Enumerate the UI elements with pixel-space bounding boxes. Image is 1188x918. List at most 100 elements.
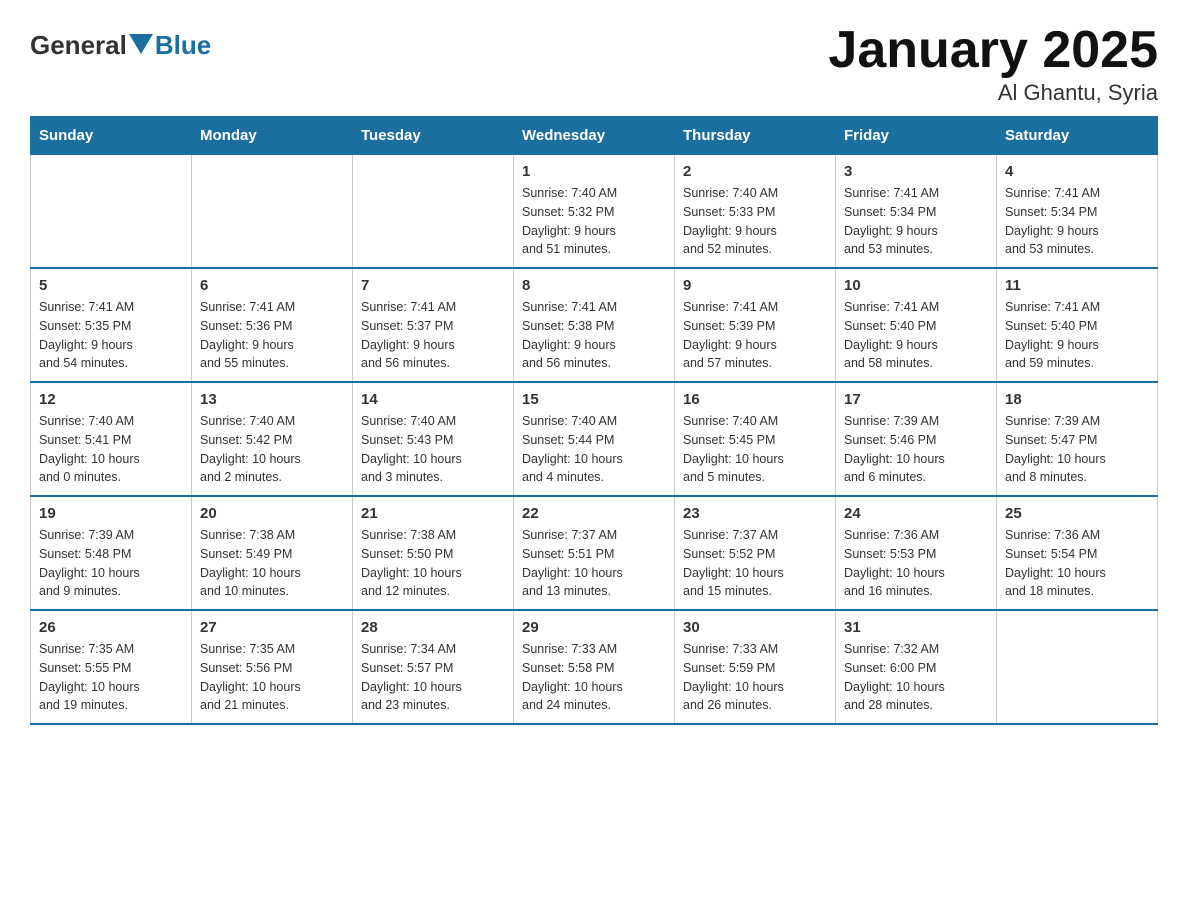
col-header-saturday: Saturday	[997, 117, 1158, 155]
day-number: 10	[844, 277, 988, 294]
day-info: Sunrise: 7:32 AMSunset: 6:00 PMDaylight:…	[844, 640, 988, 715]
day-number: 18	[1005, 391, 1149, 408]
calendar-cell: 5Sunrise: 7:41 AMSunset: 5:35 PMDaylight…	[31, 268, 192, 382]
day-info: Sunrise: 7:34 AMSunset: 5:57 PMDaylight:…	[361, 640, 505, 715]
day-number: 16	[683, 391, 827, 408]
col-header-tuesday: Tuesday	[353, 117, 514, 155]
calendar-week-row: 19 Sunrise: 7:39 AMSunset: 5:48 PMDayligh…	[31, 496, 1158, 610]
calendar-week-row: 1 Sunrise: 7:40 AMSunset: 5:32 PMDaylight…	[31, 155, 1158, 269]
day-number: 26	[39, 619, 183, 636]
col-header-wednesday: Wednesday	[514, 117, 675, 155]
day-info: Sunrise: 7:41 AMSunset: 5:40 PMDaylight:…	[1005, 298, 1149, 373]
day-number: 23	[683, 505, 827, 522]
day-number: 11	[1005, 277, 1149, 294]
calendar-table: SundayMondayTuesdayWednesdayThursdayFrid…	[30, 116, 1158, 725]
day-info: Sunrise: 7:41 AMSunset: 5:36 PMDaylight:…	[200, 298, 344, 373]
day-info: Sunrise: 7:35 AMSunset: 5:55 PMDaylight:…	[39, 640, 183, 715]
day-number: 3	[844, 163, 988, 180]
calendar-cell: 25Sunrise: 7:36 AMSunset: 5:54 PMDayligh…	[997, 496, 1158, 610]
logo: General Blue	[30, 30, 211, 61]
day-info: Sunrise: 7:35 AMSunset: 5:56 PMDaylight:…	[200, 640, 344, 715]
day-number: 1	[522, 163, 666, 180]
calendar-cell: 2 Sunrise: 7:40 AMSunset: 5:33 PMDaylight…	[675, 155, 836, 269]
day-info: Sunrise: 7:40 AMSunset: 5:42 PMDaylight:…	[200, 412, 344, 487]
day-info: Sunrise: 7:41 AMSunset: 5:34 PMDaylight:…	[1005, 184, 1149, 259]
day-number: 8	[522, 277, 666, 294]
calendar-cell: 22 Sunrise: 7:37 AMSunset: 5:51 PMDayligh…	[514, 496, 675, 610]
day-info: Sunrise: 7:37 AMSunset: 5:52 PMDaylight:…	[683, 526, 827, 601]
day-number: 21	[361, 505, 505, 522]
calendar-cell: 24 Sunrise: 7:36 AMSunset: 5:53 PMDayligh…	[836, 496, 997, 610]
calendar-week-row: 26 Sunrise: 7:35 AMSunset: 5:55 PMDayligh…	[31, 610, 1158, 724]
day-number: 22	[522, 505, 666, 522]
day-number: 9	[683, 277, 827, 294]
calendar-cell: 26 Sunrise: 7:35 AMSunset: 5:55 PMDayligh…	[31, 610, 192, 724]
day-info: Sunrise: 7:38 AMSunset: 5:50 PMDaylight:…	[361, 526, 505, 601]
day-number: 19	[39, 505, 183, 522]
calendar-cell: 16 Sunrise: 7:40 AMSunset: 5:45 PMDayligh…	[675, 382, 836, 496]
logo-text-general: General	[30, 30, 127, 61]
page-header: General Blue January 2025 Al Ghantu, Syr…	[30, 20, 1158, 106]
day-number: 7	[361, 277, 505, 294]
day-number: 13	[200, 391, 344, 408]
calendar-cell: 10 Sunrise: 7:41 AMSunset: 5:40 PMDayligh…	[836, 268, 997, 382]
calendar-cell: 1 Sunrise: 7:40 AMSunset: 5:32 PMDaylight…	[514, 155, 675, 269]
calendar-cell: 28Sunrise: 7:34 AMSunset: 5:57 PMDayligh…	[353, 610, 514, 724]
day-info: Sunrise: 7:41 AMSunset: 5:34 PMDaylight:…	[844, 184, 988, 259]
calendar-cell	[31, 155, 192, 269]
day-info: Sunrise: 7:39 AMSunset: 5:46 PMDaylight:…	[844, 412, 988, 487]
day-number: 6	[200, 277, 344, 294]
day-number: 24	[844, 505, 988, 522]
calendar-cell: 29Sunrise: 7:33 AMSunset: 5:58 PMDayligh…	[514, 610, 675, 724]
day-info: Sunrise: 7:40 AMSunset: 5:33 PMDaylight:…	[683, 184, 827, 259]
calendar-cell: 7Sunrise: 7:41 AMSunset: 5:37 PMDaylight…	[353, 268, 514, 382]
page-title: January 2025	[828, 20, 1158, 80]
day-number: 25	[1005, 505, 1149, 522]
day-info: Sunrise: 7:37 AMSunset: 5:51 PMDaylight:…	[522, 526, 666, 601]
day-info: Sunrise: 7:41 AMSunset: 5:39 PMDaylight:…	[683, 298, 827, 373]
day-number: 29	[522, 619, 666, 636]
calendar-cell	[353, 155, 514, 269]
page-subtitle: Al Ghantu, Syria	[828, 80, 1158, 106]
calendar-cell: 8 Sunrise: 7:41 AMSunset: 5:38 PMDaylight…	[514, 268, 675, 382]
day-info: Sunrise: 7:33 AMSunset: 5:59 PMDaylight:…	[683, 640, 827, 715]
day-number: 2	[683, 163, 827, 180]
day-info: Sunrise: 7:41 AMSunset: 5:35 PMDaylight:…	[39, 298, 183, 373]
day-info: Sunrise: 7:40 AMSunset: 5:41 PMDaylight:…	[39, 412, 183, 487]
day-info: Sunrise: 7:40 AMSunset: 5:32 PMDaylight:…	[522, 184, 666, 259]
calendar-cell: 19 Sunrise: 7:39 AMSunset: 5:48 PMDayligh…	[31, 496, 192, 610]
day-info: Sunrise: 7:39 AMSunset: 5:47 PMDaylight:…	[1005, 412, 1149, 487]
day-info: Sunrise: 7:40 AMSunset: 5:44 PMDaylight:…	[522, 412, 666, 487]
calendar-cell: 21 Sunrise: 7:38 AMSunset: 5:50 PMDayligh…	[353, 496, 514, 610]
day-info: Sunrise: 7:38 AMSunset: 5:49 PMDaylight:…	[200, 526, 344, 601]
col-header-friday: Friday	[836, 117, 997, 155]
calendar-cell: 3 Sunrise: 7:41 AMSunset: 5:34 PMDaylight…	[836, 155, 997, 269]
calendar-cell: 11 Sunrise: 7:41 AMSunset: 5:40 PMDayligh…	[997, 268, 1158, 382]
day-info: Sunrise: 7:40 AMSunset: 5:43 PMDaylight:…	[361, 412, 505, 487]
title-block: January 2025 Al Ghantu, Syria	[828, 20, 1158, 106]
logo-text-blue: Blue	[155, 30, 211, 61]
day-info: Sunrise: 7:41 AMSunset: 5:38 PMDaylight:…	[522, 298, 666, 373]
day-info: Sunrise: 7:36 AMSunset: 5:53 PMDaylight:…	[844, 526, 988, 601]
calendar-cell: 23 Sunrise: 7:37 AMSunset: 5:52 PMDayligh…	[675, 496, 836, 610]
day-number: 17	[844, 391, 988, 408]
day-info: Sunrise: 7:40 AMSunset: 5:45 PMDaylight:…	[683, 412, 827, 487]
calendar-cell: 4Sunrise: 7:41 AMSunset: 5:34 PMDaylight…	[997, 155, 1158, 269]
day-number: 12	[39, 391, 183, 408]
day-info: Sunrise: 7:39 AMSunset: 5:48 PMDaylight:…	[39, 526, 183, 601]
day-number: 15	[522, 391, 666, 408]
day-info: Sunrise: 7:41 AMSunset: 5:40 PMDaylight:…	[844, 298, 988, 373]
calendar-cell: 30Sunrise: 7:33 AMSunset: 5:59 PMDayligh…	[675, 610, 836, 724]
calendar-cell: 9 Sunrise: 7:41 AMSunset: 5:39 PMDaylight…	[675, 268, 836, 382]
calendar-week-row: 12 Sunrise: 7:40 AMSunset: 5:41 PMDayligh…	[31, 382, 1158, 496]
calendar-cell: 13 Sunrise: 7:40 AMSunset: 5:42 PMDayligh…	[192, 382, 353, 496]
day-number: 27	[200, 619, 344, 636]
calendar-week-row: 5Sunrise: 7:41 AMSunset: 5:35 PMDaylight…	[31, 268, 1158, 382]
calendar-header-row: SundayMondayTuesdayWednesdayThursdayFrid…	[31, 117, 1158, 155]
calendar-cell: 12 Sunrise: 7:40 AMSunset: 5:41 PMDayligh…	[31, 382, 192, 496]
calendar-cell: 20Sunrise: 7:38 AMSunset: 5:49 PMDayligh…	[192, 496, 353, 610]
calendar-cell: 31Sunrise: 7:32 AMSunset: 6:00 PMDayligh…	[836, 610, 997, 724]
calendar-cell: 14Sunrise: 7:40 AMSunset: 5:43 PMDayligh…	[353, 382, 514, 496]
calendar-cell: 27 Sunrise: 7:35 AMSunset: 5:56 PMDayligh…	[192, 610, 353, 724]
col-header-thursday: Thursday	[675, 117, 836, 155]
